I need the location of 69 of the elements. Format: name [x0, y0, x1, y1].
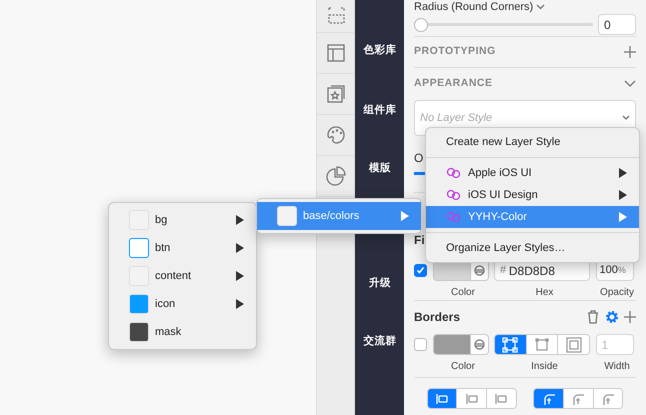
field-caption: Opacity	[599, 286, 635, 300]
settings-icon[interactable]	[604, 310, 618, 324]
submenu-arrow-icon	[619, 168, 627, 178]
field-caption: Color	[450, 360, 476, 374]
hex-value: D8D8D8	[508, 262, 555, 280]
opacity-value: 100	[600, 263, 618, 278]
field-caption: Color	[450, 286, 476, 300]
plus-icon[interactable]	[624, 311, 636, 323]
linked-circles-icon	[446, 189, 462, 201]
linked-circles-icon	[446, 211, 462, 223]
corner-icon	[602, 392, 614, 404]
alignment-button[interactable]	[428, 389, 456, 408]
opacity-label: O	[414, 150, 424, 167]
radius-field[interactable]: 0	[598, 14, 636, 35]
sidebar-item[interactable]: 色彩库	[355, 43, 404, 59]
menu-item[interactable]: bg	[109, 206, 256, 234]
pie-chart-icon[interactable]	[324, 165, 346, 187]
menu-item[interactable]: Organize Layer Styles…	[426, 237, 639, 259]
submenu-arrow-icon	[619, 190, 627, 200]
section-title: Borders	[414, 309, 462, 326]
sidebar-item[interactable]: 升级	[355, 276, 404, 292]
hex-prefix: #	[500, 263, 506, 278]
sidebar-item[interactable]: 组件库	[355, 103, 404, 119]
chevron-down-icon[interactable]	[536, 4, 545, 10]
alignment-button[interactable]	[562, 389, 593, 408]
menu-item[interactable]: icon	[109, 290, 256, 318]
chevron-down-icon	[622, 115, 630, 121]
menu-item[interactable]: iOS UI Design	[426, 184, 639, 206]
outside-border-icon	[566, 336, 582, 352]
field-caption: Hex	[534, 286, 554, 300]
border-position-button[interactable]	[557, 335, 589, 354]
border-position-button[interactable]	[526, 335, 558, 354]
border-position-control[interactable]	[494, 334, 590, 355]
border-position-button[interactable]	[495, 335, 526, 354]
alignment-button[interactable]	[486, 389, 516, 408]
section-title: APPEARANCE	[414, 76, 493, 92]
plus-icon[interactable]	[624, 46, 636, 58]
fill-checkbox[interactable]	[414, 264, 427, 277]
menu-item[interactable]: content	[109, 262, 256, 290]
inside-border-icon	[534, 336, 550, 352]
alignment-control[interactable]	[426, 388, 517, 409]
alignment-button[interactable]	[456, 389, 486, 408]
field-caption: Width	[603, 360, 631, 374]
alignment-button[interactable]	[592, 389, 622, 408]
opacity-unit: %	[618, 264, 626, 277]
layout-icon[interactable]	[324, 42, 346, 64]
palette-icon[interactable]	[324, 124, 346, 146]
center-border-icon	[502, 336, 518, 352]
sidebar-item[interactable]: 交流群	[355, 334, 404, 350]
border-checkbox[interactable]	[414, 338, 427, 351]
menu-item[interactable]: Apple iOS UI	[426, 162, 639, 184]
field-caption: Inside	[530, 360, 559, 374]
menu-item[interactable]: mask	[109, 318, 256, 346]
alignment-button[interactable]	[534, 389, 563, 408]
slider-thumb[interactable]	[414, 18, 428, 32]
section-title: Fi	[414, 232, 425, 249]
menu-item[interactable]: btn	[109, 234, 256, 262]
radius-label: Radius (Round Corners)	[414, 0, 534, 15]
linked-circles-icon	[446, 167, 462, 179]
trash-icon[interactable]	[587, 310, 599, 324]
star-frame-icon[interactable]	[324, 83, 346, 105]
submenu-arrow-icon	[619, 212, 627, 222]
color-swatch[interactable]	[432, 334, 488, 355]
sidebar-item[interactable]: 模版	[355, 161, 404, 177]
chevron-down-icon[interactable]	[624, 80, 636, 88]
section-title: PROTOTYPING	[414, 44, 496, 60]
corner-icon	[572, 392, 584, 404]
corner-icon	[542, 392, 555, 404]
alignment-control[interactable]	[533, 388, 624, 409]
